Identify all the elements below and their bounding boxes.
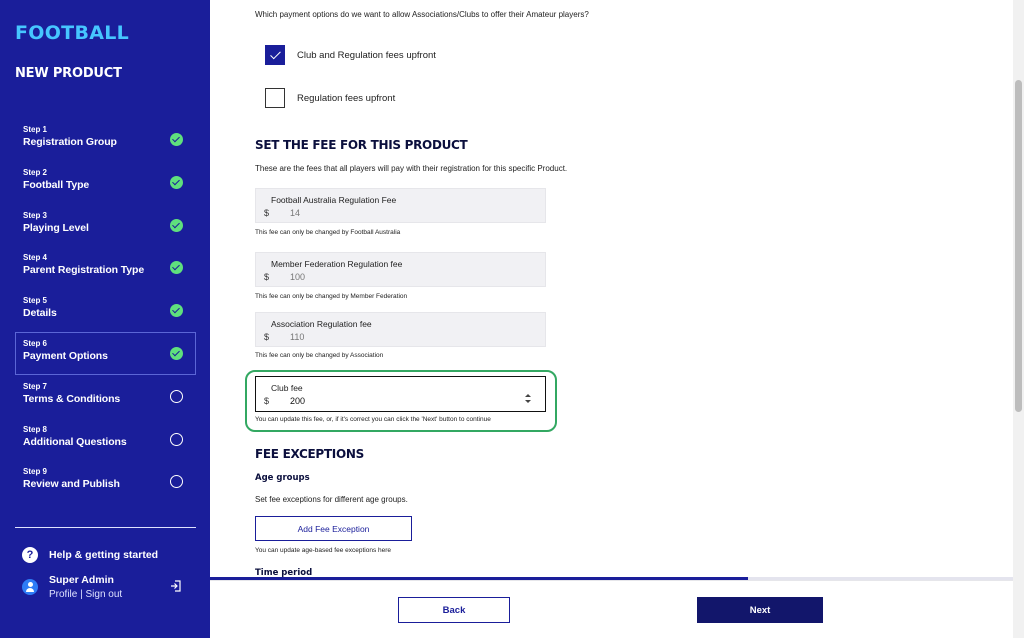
fee-section-title: SET THE FEE FOR THIS PRODUCT xyxy=(255,138,468,152)
step-3[interactable]: Step 3 Playing Level xyxy=(15,204,196,247)
question-icon: ? xyxy=(22,547,38,563)
field-help-text: This fee can only be changed by Associat… xyxy=(255,352,384,359)
main-content: Which payment options do we want to allo… xyxy=(210,0,1013,578)
back-button[interactable]: Back xyxy=(398,597,510,623)
scrollbar-thumb[interactable] xyxy=(1015,80,1022,412)
step-number: Step 3 xyxy=(23,210,48,220)
payment-options-question: Which payment options do we want to allo… xyxy=(255,10,589,19)
sign-out-icon[interactable] xyxy=(170,580,182,592)
step-label: Football Type xyxy=(23,178,90,191)
field-help-text: This fee can only be changed by Football… xyxy=(255,229,401,236)
association-regulation-fee-field: Association Regulation fee $ 110 xyxy=(255,312,546,347)
add-fee-help-text: You can update age-based fee exceptions … xyxy=(255,547,392,554)
field-label: Club fee xyxy=(271,383,303,393)
add-fee-exception-button[interactable]: Add Fee Exception xyxy=(255,516,412,541)
user-name: Super Admin xyxy=(49,574,114,586)
currency-symbol: $ xyxy=(264,272,270,282)
option-label: Regulation fees upfront xyxy=(297,92,396,104)
check-circle-icon xyxy=(170,133,183,146)
step-4[interactable]: Step 4 Parent Registration Type xyxy=(15,246,196,289)
empty-circle-icon xyxy=(170,389,183,403)
field-value[interactable]: 200 xyxy=(290,396,305,406)
check-circle-icon xyxy=(170,218,183,232)
step-number: Step 7 xyxy=(23,381,48,391)
club-fee-input[interactable]: Club fee $ 200 xyxy=(255,376,546,412)
currency-symbol: $ xyxy=(264,332,270,342)
empty-circle-icon xyxy=(170,432,183,446)
help-label: Help & getting started xyxy=(49,549,159,561)
field-help-text: This fee can only be changed by Member F… xyxy=(255,293,408,300)
step-number: Step 1 xyxy=(23,125,48,134)
sidebar-title: NEW PRODUCT xyxy=(15,66,122,81)
step-label: Additional Questions xyxy=(23,435,127,448)
step-number: Step 5 xyxy=(23,296,48,306)
exceptions-section-title: FEE EXCEPTIONS xyxy=(255,447,364,461)
field-value: 14 xyxy=(290,208,301,218)
field-value: 110 xyxy=(290,332,305,342)
option-club-and-regulation[interactable]: Club and Regulation fees upfront xyxy=(265,45,436,65)
step-label: Terms & Conditions xyxy=(23,392,121,405)
field-label: Association Regulation fee xyxy=(271,319,372,329)
help-link[interactable]: ? Help & getting started xyxy=(22,547,158,563)
step-8[interactable]: Step 8 Additional Questions xyxy=(15,418,196,461)
step-9[interactable]: Step 9 Review and Publish xyxy=(15,460,196,503)
step-number: Step 2 xyxy=(23,167,48,177)
user-avatar-icon xyxy=(22,579,38,595)
profile-signout-links[interactable]: Profile | Sign out xyxy=(49,587,122,603)
app-window: FOOTBALL NEW PRODUCT Step 1 Registration… xyxy=(0,0,1024,638)
fa-regulation-fee-field: Football Australia Regulation Fee $ 14 xyxy=(255,188,546,223)
option-regulation-only[interactable]: Regulation fees upfront xyxy=(265,88,395,108)
sidebar-divider xyxy=(15,527,196,528)
footer-nav: Back Next xyxy=(210,580,1013,638)
step-5[interactable]: Step 5 Details xyxy=(15,289,196,332)
check-circle-icon xyxy=(170,175,183,189)
step-label: Playing Level xyxy=(23,221,89,234)
field-label: Member Federation Regulation fee xyxy=(271,259,403,269)
fee-section-desc: These are the fees that all players will… xyxy=(255,164,568,173)
step-number: Step 9 xyxy=(23,467,48,477)
checkbox-checked[interactable] xyxy=(265,45,285,65)
step-2[interactable]: Step 2 Football Type xyxy=(15,161,196,204)
number-stepper-icon[interactable] xyxy=(525,394,531,404)
checkbox-unchecked[interactable] xyxy=(265,88,285,108)
step-7[interactable]: Step 7 Terms & Conditions xyxy=(15,375,196,418)
option-label: Club and Regulation fees upfront xyxy=(297,49,436,61)
step-6-active[interactable]: Step 6 Payment Options xyxy=(15,331,196,375)
age-groups-desc: Set fee exceptions for different age gro… xyxy=(255,495,408,504)
field-help-text: You can update this fee, or, if it's cor… xyxy=(255,416,491,423)
mf-regulation-fee-field: Member Federation Regulation fee $ 100 xyxy=(255,252,546,287)
step-list: Step 1 Registration Group Step 2 Footbal… xyxy=(15,118,196,503)
user-profile[interactable]: Super Admin Profile | Sign out xyxy=(22,573,122,603)
step-number: Step 4 xyxy=(23,253,48,263)
next-button[interactable]: Next xyxy=(697,597,823,623)
step-number: Step 8 xyxy=(23,424,48,434)
currency-symbol: $ xyxy=(264,396,270,406)
step-1[interactable]: Step 1 Registration Group xyxy=(15,118,196,161)
currency-symbol: $ xyxy=(264,208,270,218)
user-info: Super Admin Profile | Sign out xyxy=(49,573,122,603)
scrollbar[interactable] xyxy=(1013,0,1024,638)
field-label: Football Australia Regulation Fee xyxy=(271,195,397,205)
field-value: 100 xyxy=(290,272,306,282)
sidebar: FOOTBALL NEW PRODUCT Step 1 Registration… xyxy=(0,0,210,638)
brand-logo: FOOTBALL xyxy=(15,22,130,44)
age-groups-title: Age groups xyxy=(255,473,310,483)
step-number: Step 6 xyxy=(23,338,48,348)
check-circle-icon xyxy=(170,346,183,360)
